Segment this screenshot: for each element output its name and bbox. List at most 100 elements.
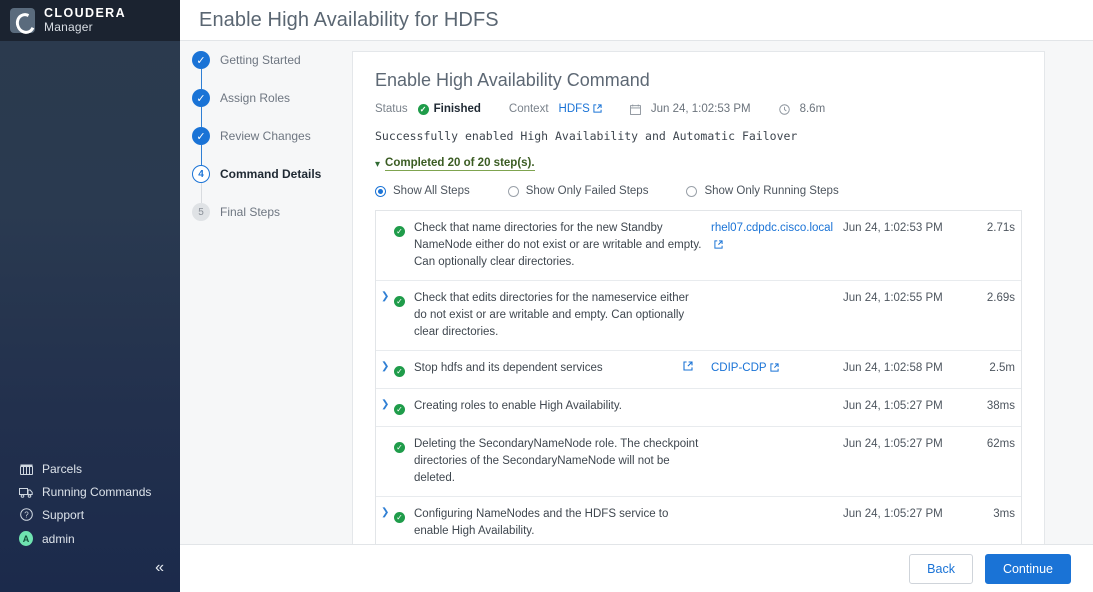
row-link-cell [711,506,843,540]
row-duration: 2.69s [986,292,1015,304]
parcels-icon [19,463,33,475]
row-expand-placeholder [376,436,394,487]
row-expand-chevron-icon[interactable]: ❯ [376,398,394,417]
completed-steps-summary: ▾ Completed 20 of 20 step(s). [375,157,1022,171]
row-timestamp: Jun 24, 1:02:53 PM [843,222,943,234]
sidebar-item-support[interactable]: ? Support [0,503,180,526]
table-row: ❯ ✓ Stop hdfs and its dependent services… [376,351,1021,389]
row-timestamp: Jun 24, 1:02:55 PM [843,292,943,304]
table-row: ✓ Deleting the SecondaryNameNode role. T… [376,427,1021,497]
row-status-icon: ✓ [394,398,414,417]
status-value: Finished [433,103,481,115]
row-link-cell [711,436,843,487]
row-status-icon: ✓ [394,360,414,379]
collapse-sidebar-icon[interactable]: « [155,560,164,576]
success-check-icon: ✓ [394,226,405,237]
brand-header[interactable]: CLOUDERA Manager [0,0,180,41]
command-result-message: Successfully enabled High Availability a… [375,129,798,143]
wizard-connector [200,145,202,165]
sidebar-item-label: Support [42,507,85,522]
row-link-cell [711,398,843,417]
sidebar-item-label: Running Commands [42,484,152,499]
wizard-step-marker: ✓ [192,127,210,145]
brand-line-1: CLOUDERA [44,6,127,21]
command-start-time: Jun 24, 1:02:53 PM [650,103,751,115]
wizard-step-review-changes[interactable]: ✓ Review Changes [192,127,352,165]
row-link[interactable]: CDIP-CDP [711,362,779,374]
wizard-step-marker: ✓ [192,89,210,107]
wizard-step-label: Final Steps [220,205,281,219]
wizard-step-marker: 4 [192,165,210,183]
success-check-icon: ✓ [417,103,429,115]
radio-show-only-failed-steps[interactable]: Show Only Failed Steps [507,185,648,197]
radio-indicator [507,185,519,197]
row-duration: 62ms [986,438,1015,450]
radio-indicator [686,185,698,197]
cloudera-logo-icon [10,8,35,33]
running-commands-icon [19,486,33,498]
row-timestamp: Jun 24, 1:05:27 PM [843,508,943,520]
row-expand-chevron-icon[interactable]: ❯ [376,360,394,379]
wizard-step-final-steps[interactable]: 5 Final Steps [192,203,352,241]
radio-show-only-running-steps[interactable]: Show Only Running Steps [686,185,839,197]
sidebar-collapse-row: « [0,550,180,586]
row-link-cell [711,290,843,341]
row-description: Stop hdfs and its dependent services [414,362,603,374]
command-details-card: Enable High Availability Command Status … [352,51,1045,544]
row-expand-chevron-icon[interactable]: ❯ [376,290,394,341]
row-link-cell: CDIP-CDP [683,360,843,379]
row-description: Deleting the SecondaryNameNode role. The… [414,438,699,484]
calendar-icon [629,104,641,115]
wizard-step-label: Getting Started [220,53,301,67]
wizard-connector [200,69,202,89]
chevron-down-icon[interactable]: ▾ [375,159,380,170]
radio-label: Show All Steps [393,185,470,197]
row-timestamp: Jun 24, 1:02:58 PM [843,362,943,374]
row-status-icon: ✓ [394,290,414,341]
row-description: Check that name directories for the new … [414,222,702,268]
sidebar-item-admin-user[interactable]: A admin [0,527,180,550]
wizard-step-assign-roles[interactable]: ✓ Assign Roles [192,89,352,127]
sidebar-item-running-commands[interactable]: Running Commands [0,480,180,503]
sidebar-item-parcels[interactable]: Parcels [0,457,180,480]
table-row: ❯ ✓ Creating roles to enable High Availa… [376,389,1021,427]
context-link[interactable]: HDFS [559,103,602,115]
avatar: A [19,531,33,546]
row-timestamp: Jun 24, 1:05:27 PM [843,400,943,412]
radio-label: Show Only Running Steps [704,185,839,197]
continue-button[interactable]: Continue [984,553,1071,584]
wizard-step-label: Command Details [220,167,322,181]
sidebar: CLOUDERA Manager Parcels Running Command… [0,0,180,592]
status-badge: ✓ Finished [417,103,481,115]
wizard-step-getting-started[interactable]: ✓ Getting Started [192,51,352,89]
success-check-icon: ✓ [394,366,405,377]
row-status-icon: ✓ [394,506,414,540]
row-link[interactable]: rhel07.cdpdc.cisco.local [711,222,833,251]
avatar-initial: A [19,531,33,546]
row-status-icon: ✓ [394,436,414,487]
wizard-connector [200,183,202,203]
wizard-step-marker: 5 [192,203,210,221]
external-link-icon [714,240,723,249]
sidebar-nav: Parcels Running Commands ? Support A adm… [0,457,180,592]
clock-icon [778,103,790,115]
top-bar: Enable High Availability for HDFS [180,0,1093,41]
completed-steps-link[interactable]: Completed 20 of 20 step(s). [385,157,535,171]
support-icon: ? [19,508,33,521]
radio-show-all-steps[interactable]: Show All Steps [375,185,470,197]
wizard-body: ✓ Getting Started ✓ Assign Roles ✓ Revie… [180,41,1093,544]
context-label: Context [508,103,549,115]
row-description: Check that edits directories for the nam… [414,292,689,338]
success-check-icon: ✓ [394,404,405,415]
wizard-step-command-details[interactable]: 4 Command Details [192,165,352,203]
row-expand-chevron-icon[interactable]: ❯ [376,506,394,540]
wizard-connector [200,107,202,127]
status-label: Status [375,103,408,115]
success-check-icon: ✓ [394,442,405,453]
sidebar-item-label: admin [42,531,75,546]
command-duration: 8.6m [799,103,826,115]
back-button[interactable]: Back [909,553,973,584]
external-link-icon[interactable] [683,361,693,371]
wizard-step-label: Review Changes [220,129,311,143]
row-duration: 3ms [993,508,1015,520]
